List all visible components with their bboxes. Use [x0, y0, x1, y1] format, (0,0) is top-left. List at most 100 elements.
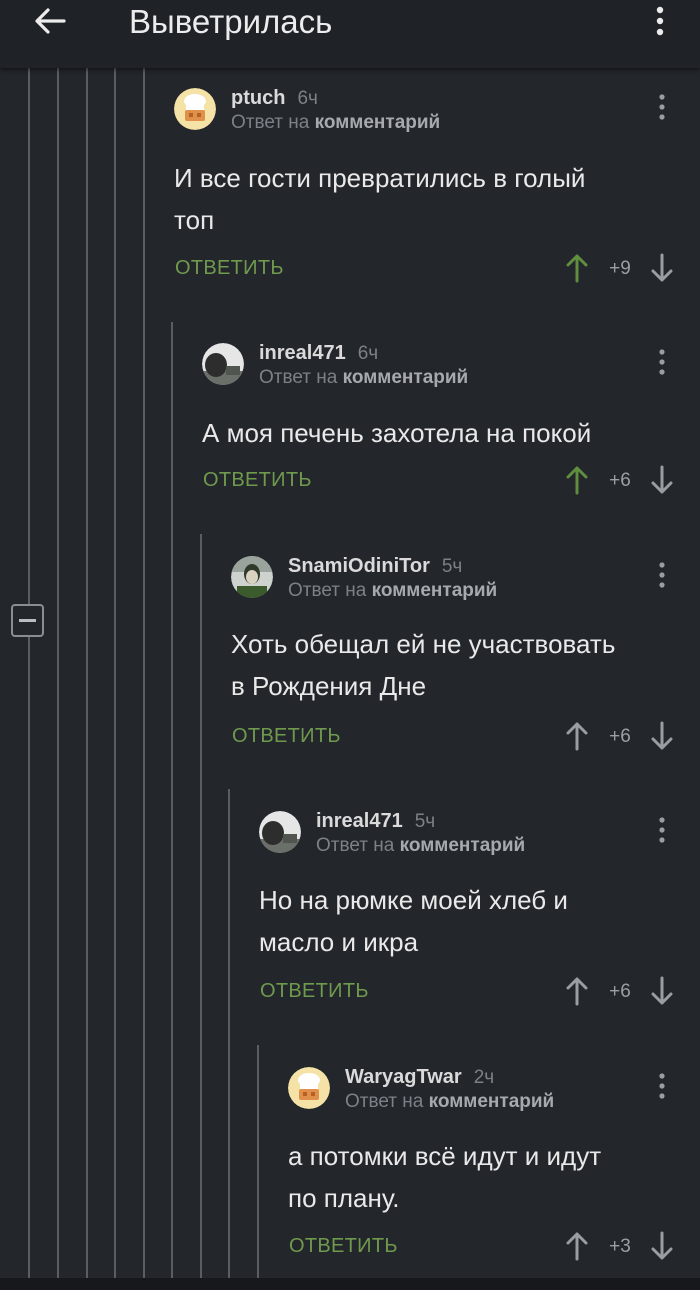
comment: inreal471 5ч Ответ на комментарий Но на р… [259, 810, 684, 1011]
comment-time: 5ч [414, 811, 436, 832]
comment: WaryagTwar 2ч Ответ на комментарий а пото… [288, 1066, 684, 1267]
thread-line[interactable] [114, 68, 116, 1278]
downvote-button[interactable] [650, 721, 674, 751]
downvote-button[interactable] [650, 1231, 674, 1261]
username-link[interactable]: ptuch [231, 87, 285, 109]
comment-time: 6ч [297, 88, 318, 109]
arrow-up-icon [566, 977, 588, 1006]
reply-prefix: Ответ на [316, 835, 395, 856]
avatar[interactable] [202, 343, 244, 385]
parent-comment-link[interactable]: комментарий [315, 112, 441, 133]
thread-line[interactable] [257, 1045, 259, 1278]
avatar[interactable] [174, 88, 216, 130]
chef-hat-avatar [174, 88, 216, 130]
comment-text-line: по плану. [288, 1183, 400, 1213]
comment-text: Но на рюмке моей хлеб и масло и икра [259, 879, 568, 963]
parent-comment-link[interactable]: комментарий [400, 835, 526, 856]
reply-button[interactable]: ОТВЕТИТЬ [260, 980, 369, 1003]
vote-score: +6 [609, 470, 631, 491]
comment-text: а потомки всё идут и идут по плану. [288, 1135, 601, 1219]
reply-prefix: Ответ на [288, 580, 367, 601]
comment-menu-button[interactable] [655, 347, 669, 377]
reply-button[interactable]: ОТВЕТИТЬ [289, 1235, 398, 1258]
comment-text-line: И все гости превратились в голый [174, 163, 586, 193]
thread-line[interactable] [200, 534, 202, 1278]
downvote-button[interactable] [650, 976, 674, 1006]
comment-text-line: масло и икра [259, 927, 419, 957]
upvote-button[interactable] [565, 465, 589, 495]
parent-comment-link[interactable]: комментарий [343, 367, 469, 388]
username-link[interactable]: inreal471 [316, 810, 403, 832]
comment-username[interactable]: ptuch 6ч [231, 87, 318, 110]
comment-time: 6ч [357, 343, 379, 364]
username-link[interactable]: WaryagTwar [345, 1066, 462, 1088]
more-vert-icon [659, 1073, 665, 1099]
arrow-up-icon [566, 722, 588, 751]
more-vert-icon [659, 94, 665, 120]
comment-text-line: Но на рюмке моей хлеб и [259, 885, 568, 915]
comment: SnamiOdiniTor 5ч Ответ на комментарий Хот… [231, 555, 684, 756]
reply-to-line: Ответ на комментарий [288, 580, 497, 602]
thread-line[interactable] [86, 68, 88, 1278]
reply-button[interactable]: ОТВЕТИТЬ [175, 257, 284, 280]
username-link[interactable]: SnamiOdiniTor [288, 555, 430, 577]
thread-line[interactable] [143, 68, 145, 1278]
arrow-up-icon [566, 254, 588, 283]
reply-button[interactable]: ОТВЕТИТЬ [203, 469, 312, 492]
more-vert-icon [656, 6, 664, 36]
arrow-down-icon [651, 721, 673, 750]
parent-comment-link[interactable]: комментарий [372, 580, 498, 601]
username-link[interactable]: inreal471 [259, 342, 346, 364]
thread-line[interactable] [28, 68, 30, 604]
comment-time: 5ч [441, 556, 463, 577]
comment-menu-button[interactable] [655, 92, 669, 122]
comment-text-line: в Рождения Дне [231, 671, 427, 701]
comment-username[interactable]: SnamiOdiniTor 5ч [288, 555, 462, 578]
comment-text-line: топ [174, 205, 215, 235]
more-vert-icon [659, 817, 665, 843]
reply-to-line: Ответ на комментарий [231, 112, 440, 134]
page-title: Выветрилась [129, 3, 333, 40]
photo-avatar [202, 343, 244, 385]
more-vert-icon [659, 349, 665, 375]
arrow-down-icon [651, 1231, 673, 1260]
comment-username[interactable]: WaryagTwar 2ч [345, 1066, 494, 1089]
back-button[interactable] [28, 2, 76, 42]
reply-prefix: Ответ на [259, 367, 338, 388]
downvote-button[interactable] [650, 465, 674, 495]
overflow-menu-button[interactable] [644, 2, 676, 42]
reply-to-line: Ответ на комментарий [316, 835, 525, 857]
vote-score: +6 [609, 726, 631, 747]
reply-to-line: Ответ на комментарий [259, 367, 468, 389]
thread-line[interactable] [28, 637, 30, 1278]
downvote-button[interactable] [650, 253, 674, 283]
comment-menu-button[interactable] [655, 1071, 669, 1101]
joker-avatar [231, 556, 273, 598]
comment-menu-button[interactable] [655, 560, 669, 590]
collapse-thread-button[interactable] [11, 604, 44, 637]
upvote-button[interactable] [565, 1231, 589, 1261]
upvote-button[interactable] [565, 253, 589, 283]
upvote-button[interactable] [565, 976, 589, 1006]
reply-prefix: Ответ на [345, 1091, 424, 1112]
vote-score: +6 [609, 981, 631, 1002]
vote-score: +9 [609, 258, 631, 279]
upvote-button[interactable] [565, 721, 589, 751]
thread-line[interactable] [57, 68, 59, 1278]
more-vert-icon [659, 562, 665, 588]
comment-text-line: Хоть обещал ей не участвовать [231, 629, 616, 659]
comment-username[interactable]: inreal471 6ч [259, 342, 378, 365]
comment: inreal471 6ч Ответ на комментарий А моя п… [202, 342, 684, 503]
comment-username[interactable]: inreal471 5ч [316, 810, 435, 833]
avatar[interactable] [259, 811, 301, 853]
avatar[interactable] [288, 1067, 330, 1109]
thread-line[interactable] [171, 322, 173, 1278]
reply-button[interactable]: ОТВЕТИТЬ [232, 725, 341, 748]
parent-comment-link[interactable]: комментарий [429, 1091, 555, 1112]
comment-text-line: а потомки всё идут и идут [288, 1141, 602, 1171]
comment-menu-button[interactable] [655, 815, 669, 845]
arrow-down-icon [651, 465, 673, 494]
avatar[interactable] [231, 556, 273, 598]
reply-to-line: Ответ на комментарий [345, 1091, 554, 1113]
thread-line[interactable] [228, 789, 230, 1278]
